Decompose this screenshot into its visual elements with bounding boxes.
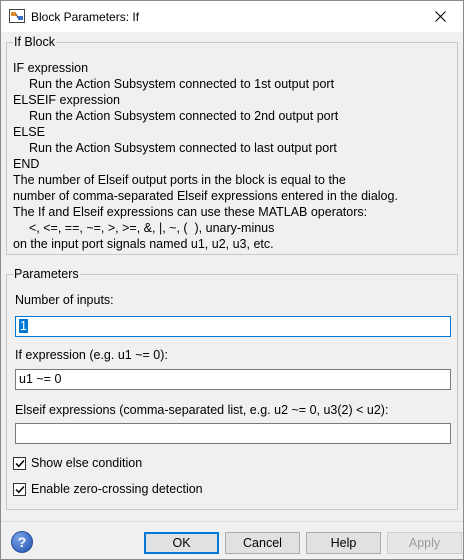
apply-button-label: Apply [408,536,441,550]
description-line: ELSEIF expression [13,93,120,107]
apply-button[interactable]: Apply [387,532,462,554]
ok-button[interactable]: OK [144,532,219,554]
help-button-label: Help [330,536,357,550]
description-line: Run the Action Subsystem connected to 2n… [29,109,339,123]
zero-crossing-row[interactable]: Enable zero-crossing detection [13,482,203,496]
close-button[interactable] [417,1,463,32]
if-expression-label: If expression (e.g. u1 ~= 0): [15,348,168,362]
description-line: END [13,157,40,171]
if-expression-input[interactable]: u1 ~= 0 [15,369,451,390]
zero-crossing-label: Enable zero-crossing detection [31,482,203,496]
help-button[interactable]: Help [306,532,381,554]
close-icon [434,11,446,22]
zero-crossing-checkbox[interactable] [13,482,26,496]
parameters-group-title: Parameters [13,267,80,281]
description-line: on the input port signals named u1, u2, … [13,237,274,251]
simulink-block-icon [9,9,25,23]
description-line: The number of Elseif output ports in the… [13,173,346,187]
cancel-button-label: Cancel [243,536,282,550]
description-line: ELSE [13,125,45,139]
elseif-expressions-label: Elseif expressions (comma-separated list… [15,403,389,417]
description-line: The If and Elseif expressions can use th… [13,205,368,219]
block-parameters-dialog: Block Parameters: If If Block IF express… [0,0,464,560]
description-line: number of comma-separated Elseif express… [13,189,398,203]
ok-button-label: OK [172,536,191,550]
description-group-title: If Block [13,35,56,49]
cancel-button[interactable]: Cancel [225,532,300,554]
checkmark-icon [14,485,25,493]
show-else-condition-row[interactable]: Show else condition [13,456,142,470]
elseif-expressions-input[interactable] [15,423,451,444]
description-line: Run the Action Subsystem connected to la… [29,141,337,155]
number-of-inputs-input[interactable]: 1 [15,316,451,337]
description-line: IF expression [13,61,89,75]
number-of-inputs-label: Number of inputs: [15,293,114,307]
help-icon[interactable]: ? [11,531,33,553]
parameters-group [6,274,458,510]
description-line: Run the Action Subsystem connected to 1s… [29,77,335,91]
title-bar: Block Parameters: If [1,1,463,32]
checkmark-icon [14,459,25,467]
if-expression-value: u1 ~= 0 [19,372,62,386]
show-else-condition-checkbox[interactable] [13,456,26,470]
number-of-inputs-value: 1 [19,319,28,333]
show-else-condition-label: Show else condition [31,456,143,470]
window-title: Block Parameters: If [31,10,140,24]
description-line: <, <=, ==, ~=, >, >=, &, |, ~, ( ), unar… [29,221,275,235]
footer-divider [1,521,463,522]
